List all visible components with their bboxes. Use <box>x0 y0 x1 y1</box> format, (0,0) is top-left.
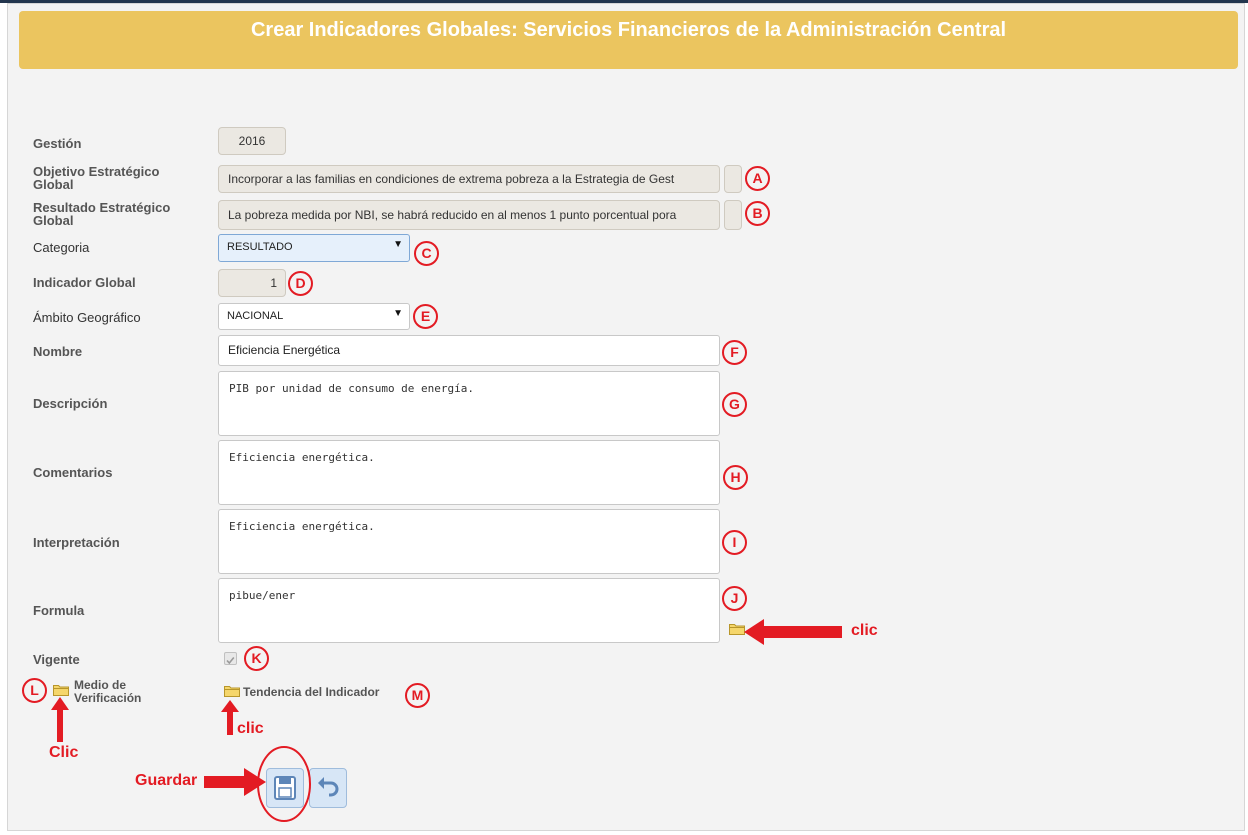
annotation-marker-j: J <box>722 586 747 611</box>
annotation-marker-d: D <box>288 271 313 296</box>
gestion-label: Gestión <box>33 136 82 151</box>
interpretacion-textarea[interactable]: Eficiencia energética. <box>218 509 720 574</box>
comentarios-label: Comentarios <box>33 465 113 480</box>
annotation-marker-i: I <box>722 530 747 555</box>
categoria-select[interactable]: RESULTADO ▼ <box>218 234 410 262</box>
page-header: Crear Indicadores Globales: Servicios Fi… <box>19 11 1238 69</box>
annotation-marker-a: A <box>745 166 770 191</box>
categoria-value: RESULTADO <box>227 241 293 253</box>
annotation-marker-m: M <box>405 683 430 708</box>
tendencia-link[interactable]: Tendencia del Indicador <box>243 686 379 699</box>
undo-icon <box>318 777 339 797</box>
annotation-marker-b: B <box>745 201 770 226</box>
descripcion-textarea[interactable]: PIB por unidad de consumo de energía. <box>218 371 720 436</box>
objetivo-field: Incorporar a las familias en condiciones… <box>218 165 720 193</box>
chevron-down-icon: ▼ <box>393 308 403 319</box>
arrow-up-icon <box>51 697 69 742</box>
ambito-select[interactable]: NACIONAL ▼ <box>218 303 410 330</box>
nombre-label: Nombre <box>33 344 83 359</box>
categoria-label: Categoria <box>33 240 90 255</box>
folder-icon[interactable] <box>729 623 745 635</box>
nombre-input[interactable]: Eficiencia Energética <box>218 335 720 366</box>
vigente-checkbox[interactable] <box>224 652 237 665</box>
medio-verificacion-link[interactable]: Medio de Verificación <box>74 679 141 705</box>
indicador-field: 1 <box>218 269 286 297</box>
folder-icon[interactable] <box>224 685 240 697</box>
annotation-marker-f: F <box>722 340 747 365</box>
chevron-down-icon: ▼ <box>393 239 403 250</box>
page-title: Crear Indicadores Globales: Servicios Fi… <box>250 19 1007 41</box>
resultado-lookup-button[interactable] <box>724 200 742 230</box>
annotation-marker-g: G <box>722 392 747 417</box>
annotation-clic-tendencia: clic <box>237 720 264 737</box>
formula-label: Formula <box>33 603 85 618</box>
annotation-guardar: Guardar <box>135 772 198 789</box>
annotation-marker-k: K <box>244 646 269 671</box>
resultado-label: Resultado Estratégico Global <box>33 200 171 228</box>
arrow-left-icon <box>744 619 842 645</box>
annotation-clic-medio: Clic <box>49 744 79 761</box>
resultado-field: La pobreza medida por NBI, se habrá redu… <box>218 200 720 230</box>
ambito-value: NACIONAL <box>227 310 284 322</box>
annotation-marker-e: E <box>413 304 438 329</box>
comentarios-textarea[interactable]: Eficiencia energética. <box>218 440 720 505</box>
checkmark-icon <box>226 656 235 665</box>
formula-textarea[interactable]: pibue/ener <box>218 578 720 643</box>
vigente-label: Vigente <box>33 652 80 667</box>
ambito-label: Ámbito Geográfico <box>33 310 141 325</box>
medio-label-line2: Verificación <box>74 691 142 705</box>
annotation-marker-l: L <box>22 678 47 703</box>
objetivo-lookup-button[interactable] <box>724 165 742 193</box>
annotation-marker-c: C <box>414 241 439 266</box>
gestion-field: 2016 <box>218 127 286 155</box>
indicador-label: Indicador Global <box>33 275 136 290</box>
folder-icon[interactable] <box>53 684 69 696</box>
annotation-marker-h: H <box>723 465 748 490</box>
descripcion-label: Descripción <box>33 396 108 411</box>
objetivo-label: Objetivo Estratégico Global <box>33 164 160 192</box>
interpretacion-label: Interpretación <box>33 535 120 550</box>
annotation-clic-formula: clic <box>851 622 878 639</box>
annotation-ellipse <box>257 746 311 822</box>
